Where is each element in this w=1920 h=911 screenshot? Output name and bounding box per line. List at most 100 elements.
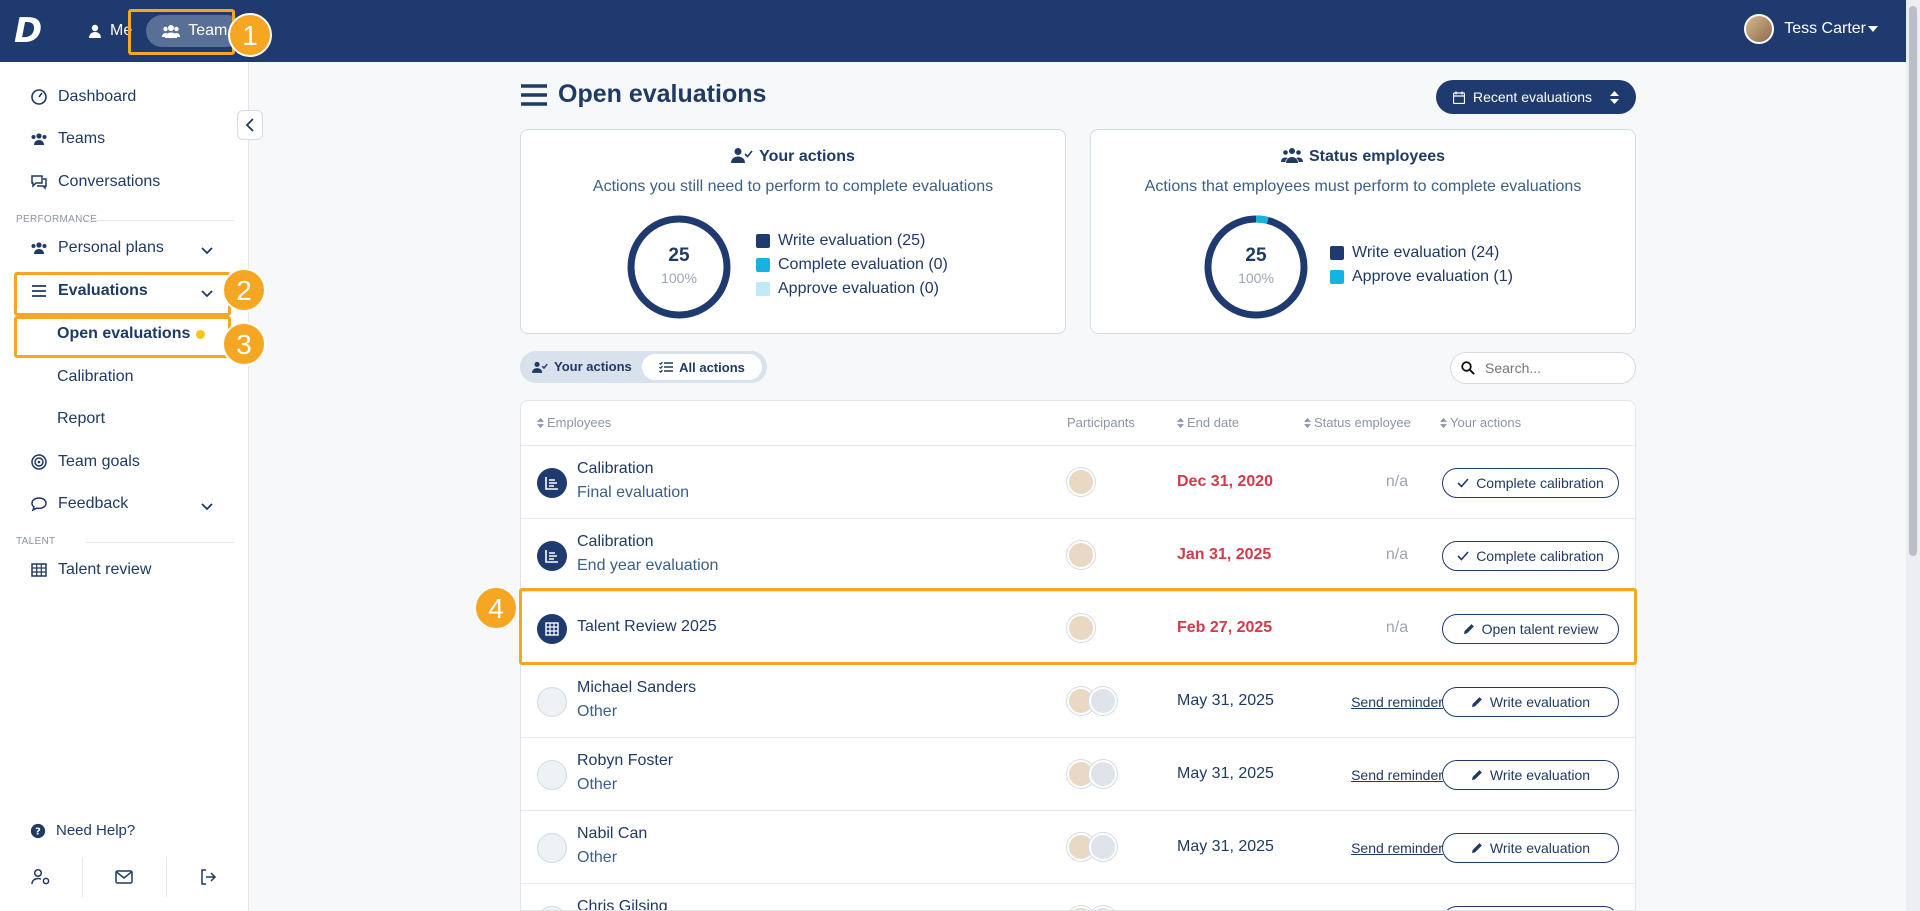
section-performance: PERFORMANCE [16,214,235,225]
status-employees-card: Status employees Actions that employees … [1090,129,1636,334]
page-scrollbar[interactable] [1906,0,1920,911]
calibration-icon [537,541,567,571]
need-help-label: Need Help? [56,822,136,839]
sidebar: Dashboard Teams Conversations PERFORMANC… [0,62,249,911]
legend-swatch [756,234,770,248]
write-evaluation-button[interactable]: Write evaluation [1442,760,1619,790]
person-icon [89,24,101,38]
row-title[interactable]: Robyn Foster [577,752,673,770]
card-title-your-actions: Your actions [521,147,1065,166]
logout-button[interactable] [167,857,249,897]
pencil-icon [1471,697,1482,707]
user-settings-button[interactable] [0,857,84,897]
donut-percent: 100% [1238,270,1274,286]
table-row[interactable]: Michael Sanders Other May 31, 2025 Send … [521,664,1635,737]
collapse-sidebar-button[interactable] [237,110,263,140]
scrollbar-thumb[interactable] [1909,6,1917,556]
step-badge-1: 1 [228,13,272,57]
row-subtitle: Final evaluation [577,484,690,501]
toggle-your-actions[interactable]: Your actions [532,359,632,374]
table-row[interactable]: Nabil Can Other May 31, 2025 Send remind… [521,810,1635,883]
user-avatar [1744,14,1775,44]
legend-label: Write evaluation (25) [778,232,926,249]
recent-evaluations-button[interactable]: Recent evaluations [1436,80,1636,114]
column-header-status-employee[interactable]: Status employee [1304,415,1411,430]
row-title[interactable]: Calibration [577,460,653,478]
table-row[interactable]: Calibration Final evaluation Dec 31, 202… [521,445,1635,518]
need-help-link[interactable]: ? Need Help? [30,822,135,839]
help-icon: ? [30,823,46,838]
avatar [1067,468,1095,496]
page-title: Open evaluations [558,80,767,108]
messages-button[interactable] [83,857,167,897]
header-label: Employees [547,415,612,430]
table-row[interactable]: Robyn Foster Other May 31, 2025 Send rem… [521,737,1635,810]
pencil-icon [1471,843,1482,853]
sidebar-item-feedback[interactable]: Feedback [30,495,128,513]
sidebar-item-personal-plans[interactable]: Personal plans [30,239,164,257]
chevron-down-icon[interactable] [200,500,214,514]
header-label: Status employee [1314,415,1411,430]
toggle-all-actions-label: All actions [679,359,745,375]
your-actions-card: Your actions Actions you still need to p… [520,129,1066,334]
actions-filter-toggle: Your actions All actions [520,351,767,383]
toggle-your-actions-label: Your actions [554,359,632,374]
table-row[interactable]: Chris Gilsing [521,883,1635,910]
table-row[interactable]: Calibration End year evaluation Jan 31, … [521,518,1635,591]
complete-calibration-button[interactable]: Complete calibration [1442,468,1619,498]
search-input[interactable] [1485,360,1625,376]
sidebar-item-teams[interactable]: Teams [30,130,105,148]
end-date: Jan 31, 2025 [1177,546,1272,563]
sidebar-item-conversations[interactable]: Conversations [30,173,160,191]
status-employee: n/a [1385,473,1409,490]
sort-icon [1177,417,1184,428]
end-date: Dec 31, 2020 [1177,473,1274,490]
column-header-employees[interactable]: Employees [537,415,611,430]
sidebar-footer [0,857,249,897]
user-settings-icon [31,868,50,885]
highlight-open-evaluations [14,316,231,358]
app-logo[interactable]: D [14,14,48,48]
status-employees-title: Status employees [1308,148,1446,165]
row-title[interactable]: Calibration [577,533,653,551]
user-menu[interactable]: Tess Carter [1744,14,1878,44]
highlight-evaluations [14,272,231,316]
write-evaluation-button[interactable] [1442,906,1619,910]
logout-icon [201,869,216,885]
write-evaluation-button[interactable]: Write evaluation [1442,687,1619,717]
section-talent: TALENT [16,536,237,547]
column-header-end-date[interactable]: End date [1177,415,1239,430]
group-icon [31,133,47,145]
row-title[interactable]: Nabil Can [577,825,647,843]
me-tab[interactable]: Me [88,22,132,40]
avatar [537,760,567,790]
sidebar-item-team-goals[interactable]: Team goals [30,453,140,471]
action-label: Write evaluation [1489,694,1591,710]
legend-label: Write evaluation (24) [1352,244,1500,261]
write-evaluation-button[interactable]: Write evaluation [1442,833,1619,863]
row-title[interactable]: Chris Gilsing [577,898,668,910]
grid-icon [31,563,47,577]
sidebar-item-dashboard[interactable]: Dashboard [30,88,136,106]
column-header-your-actions[interactable]: Your actions [1440,415,1521,430]
pencil-icon [1471,770,1482,780]
recent-evaluations-label: Recent evaluations [1472,89,1593,105]
chat-icon [31,175,47,190]
target-icon [31,454,47,470]
caret-down-icon [1868,26,1878,32]
your-actions-title: Your actions [759,148,855,165]
chevron-down-icon[interactable] [200,244,214,258]
group-icon [1280,148,1303,163]
group-icon [31,242,47,254]
sort-icon [1304,417,1311,428]
avatar [537,833,567,863]
sidebar-item-talent-review[interactable]: Talent review [30,561,151,579]
complete-calibration-button[interactable]: Complete calibration [1442,541,1619,571]
row-subtitle: End year evaluation [577,557,719,574]
sidebar-item-report[interactable]: Report [57,410,105,428]
sidebar-item-calibration[interactable]: Calibration [57,368,133,386]
toggle-all-actions[interactable]: All actions [642,354,762,380]
user-check-icon [532,361,548,373]
checklist-icon [659,361,674,373]
row-title[interactable]: Michael Sanders [577,679,696,697]
